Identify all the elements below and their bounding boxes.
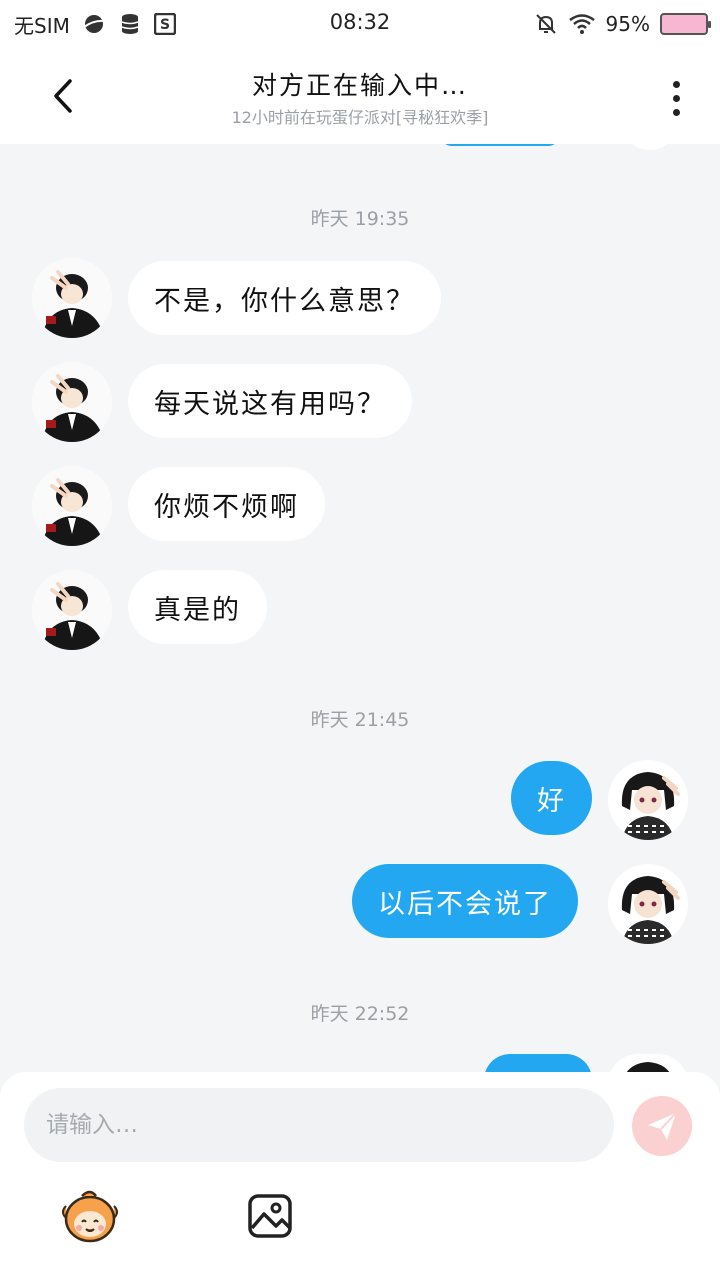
avatar-image-icon <box>32 570 112 650</box>
message-bubble-partial <box>440 144 560 146</box>
avatar-image-icon <box>608 864 688 944</box>
chat-header: 对方正在输入中… 12小时前在玩蛋仔派对[寻秘狂欢季] <box>0 48 720 144</box>
chat-area[interactable]: 昨天 19:35 不是，你什么意思？ 每天说这有用吗？ 你烦不烦啊 真是的 昨天… <box>0 144 720 1074</box>
send-button[interactable] <box>632 1096 692 1156</box>
page-title: 对方正在输入中… <box>251 71 468 100</box>
timestamp: 昨天 21:45 <box>310 709 410 731</box>
more-dot-icon <box>672 80 680 88</box>
my-avatar[interactable] <box>608 1054 688 1074</box>
contact-avatar[interactable] <box>32 570 112 650</box>
image-icon <box>248 1194 292 1238</box>
my-avatar[interactable] <box>608 760 688 840</box>
message-input[interactable] <box>24 1088 614 1162</box>
status-right: 95% <box>534 10 711 38</box>
avatar-image-icon <box>625 1062 671 1074</box>
message-bubble-partial <box>484 1054 592 1074</box>
my-avatar[interactable] <box>608 864 688 944</box>
chevron-left-icon <box>54 79 72 113</box>
timestamp: 昨天 19:35 <box>310 208 410 230</box>
avatar-image-icon <box>32 466 112 546</box>
send-icon <box>648 1112 677 1140</box>
contact-avatar[interactable] <box>32 362 112 442</box>
contact-avatar[interactable] <box>32 258 112 338</box>
timestamp: 昨天 22:52 <box>310 1003 410 1025</box>
more-dot-icon <box>672 108 680 116</box>
image-button[interactable] <box>246 1192 294 1240</box>
emoji-button[interactable] <box>60 1188 120 1244</box>
message-bubble-incoming[interactable]: 真是的 <box>128 570 267 644</box>
avatar-image-icon <box>32 258 112 338</box>
message-bubble-incoming[interactable]: 每天说这有用吗？ <box>128 364 412 438</box>
more-dot-icon <box>672 94 680 102</box>
contact-avatar[interactable] <box>32 466 112 546</box>
avatar-image-icon <box>608 760 688 840</box>
activity-status: 12小时前在玩蛋仔派对[寻秘狂欢季] <box>231 108 489 127</box>
message-bubble-outgoing[interactable]: 好 <box>511 761 592 835</box>
avatar[interactable] <box>620 144 680 150</box>
message-bubble-outgoing[interactable]: 以后不会说了 <box>352 864 578 938</box>
message-bubble-incoming[interactable]: 你烦不烦啊 <box>128 467 325 541</box>
status-bar: 无SIM S 08:32 95% <box>0 0 720 48</box>
battery-icon <box>660 13 711 35</box>
message-composer <box>0 1072 720 1280</box>
more-button[interactable] <box>654 70 698 126</box>
avatar-image-icon <box>620 144 680 150</box>
message-bubble-incoming[interactable]: 不是，你什么意思？ <box>128 261 441 335</box>
battery-percent: 95% <box>605 12 650 36</box>
back-button[interactable] <box>38 68 88 124</box>
wifi-icon <box>568 14 595 34</box>
bell-off-icon <box>535 14 556 34</box>
emoji-face-icon <box>62 1190 118 1243</box>
avatar-image-icon <box>32 362 112 442</box>
